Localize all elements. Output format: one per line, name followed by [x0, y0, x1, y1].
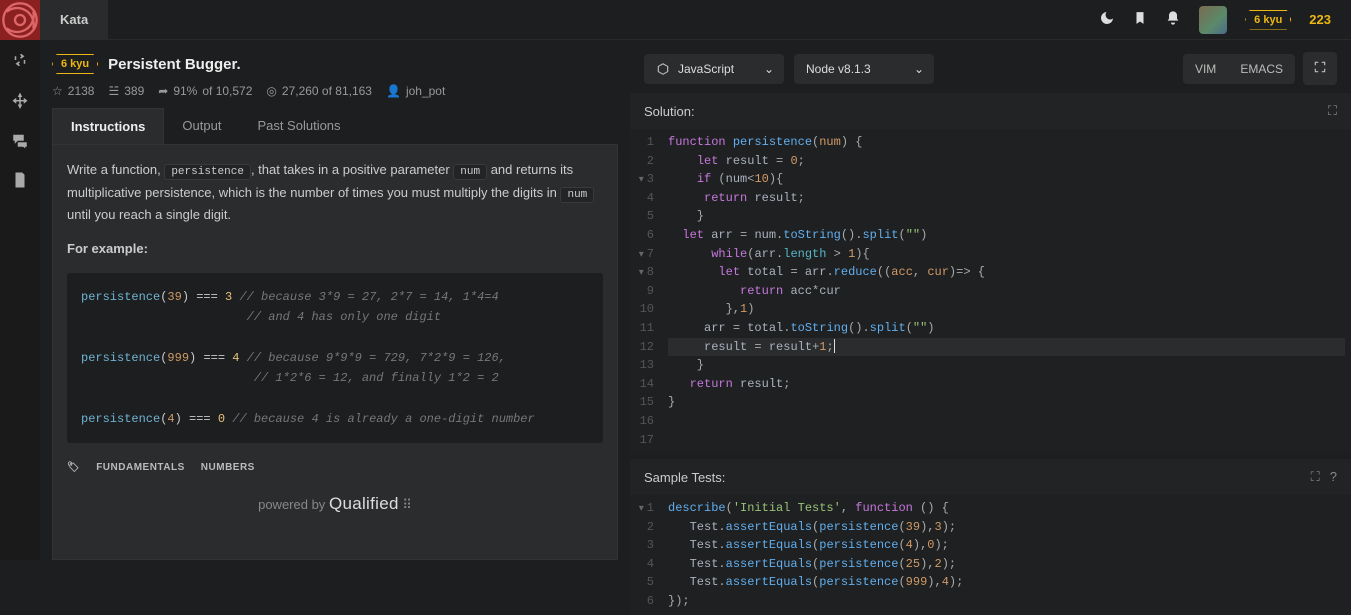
example-label: For example:: [67, 238, 603, 260]
user-score: 223: [1309, 12, 1331, 27]
user-icon: 👤: [386, 84, 401, 98]
tests-editor[interactable]: ▾123456 describe('Initial Tests', functi…: [630, 495, 1351, 615]
top-tab-kata[interactable]: Kata: [40, 0, 108, 40]
kata-title: Persistent Bugger.: [108, 56, 241, 73]
solution-header: Solution: ⛶: [630, 93, 1351, 129]
rail-icon-retry[interactable]: [0, 40, 40, 80]
tests-header: Sample Tests: ⛶ ?: [630, 459, 1351, 495]
example-code-block: persistence(39) === 3 // because 3*9 = 2…: [67, 273, 603, 444]
rail-icon-tree[interactable]: [0, 80, 40, 120]
tag-icon: 🏷: [67, 459, 80, 476]
satisfaction-icon: ➦: [158, 84, 168, 98]
expand-icon[interactable]: ⛶: [1328, 103, 1337, 119]
fullscreen-icon[interactable]: [1303, 52, 1337, 85]
editor-mode-vim[interactable]: VIM: [1183, 54, 1228, 84]
bookmark-icon[interactable]: [1133, 10, 1147, 29]
user-kyu-badge: 6 kyu: [1245, 10, 1291, 30]
language-select[interactable]: JavaScript ⌄: [644, 54, 784, 84]
tags: 🏷 FUNDAMENTALS NUMBERS: [67, 459, 603, 476]
instructions-paragraph: Write a function, persistence, that take…: [67, 159, 603, 226]
chevron-down-icon: ⌄: [914, 62, 924, 76]
solution-editor[interactable]: 12▾3456▾7▾891011121314151617 function pe…: [630, 129, 1351, 453]
chevron-down-icon: ⌄: [764, 62, 774, 76]
target-icon: ◎: [266, 84, 276, 98]
app-logo[interactable]: [0, 0, 40, 40]
help-icon[interactable]: ?: [1330, 469, 1337, 485]
tab-output[interactable]: Output: [164, 108, 239, 144]
kata-stats: ☆2138 ☱389 ➦91% of 10,572 ◎27,260 of 81,…: [52, 84, 618, 98]
avatar[interactable]: [1199, 6, 1227, 34]
kata-kyu-badge: 6 kyu: [52, 54, 98, 74]
rail-icon-doc[interactable]: [0, 160, 40, 200]
notifications-icon[interactable]: [1165, 10, 1181, 29]
layers-icon: ☱: [108, 84, 119, 98]
tab-past-solutions[interactable]: Past Solutions: [239, 108, 358, 144]
powered-by: powered by Qualified ⠿: [67, 490, 603, 519]
tab-instructions[interactable]: Instructions: [52, 108, 164, 144]
star-icon: ☆: [52, 84, 63, 98]
theme-toggle-icon[interactable]: [1099, 10, 1115, 29]
cube-icon: [656, 62, 670, 76]
rail-icon-chat[interactable]: [0, 120, 40, 160]
runtime-select[interactable]: Node v8.1.3 ⌄: [794, 54, 934, 84]
expand-icon[interactable]: ⛶: [1311, 469, 1320, 485]
editor-mode-emacs[interactable]: EMACS: [1228, 54, 1295, 84]
